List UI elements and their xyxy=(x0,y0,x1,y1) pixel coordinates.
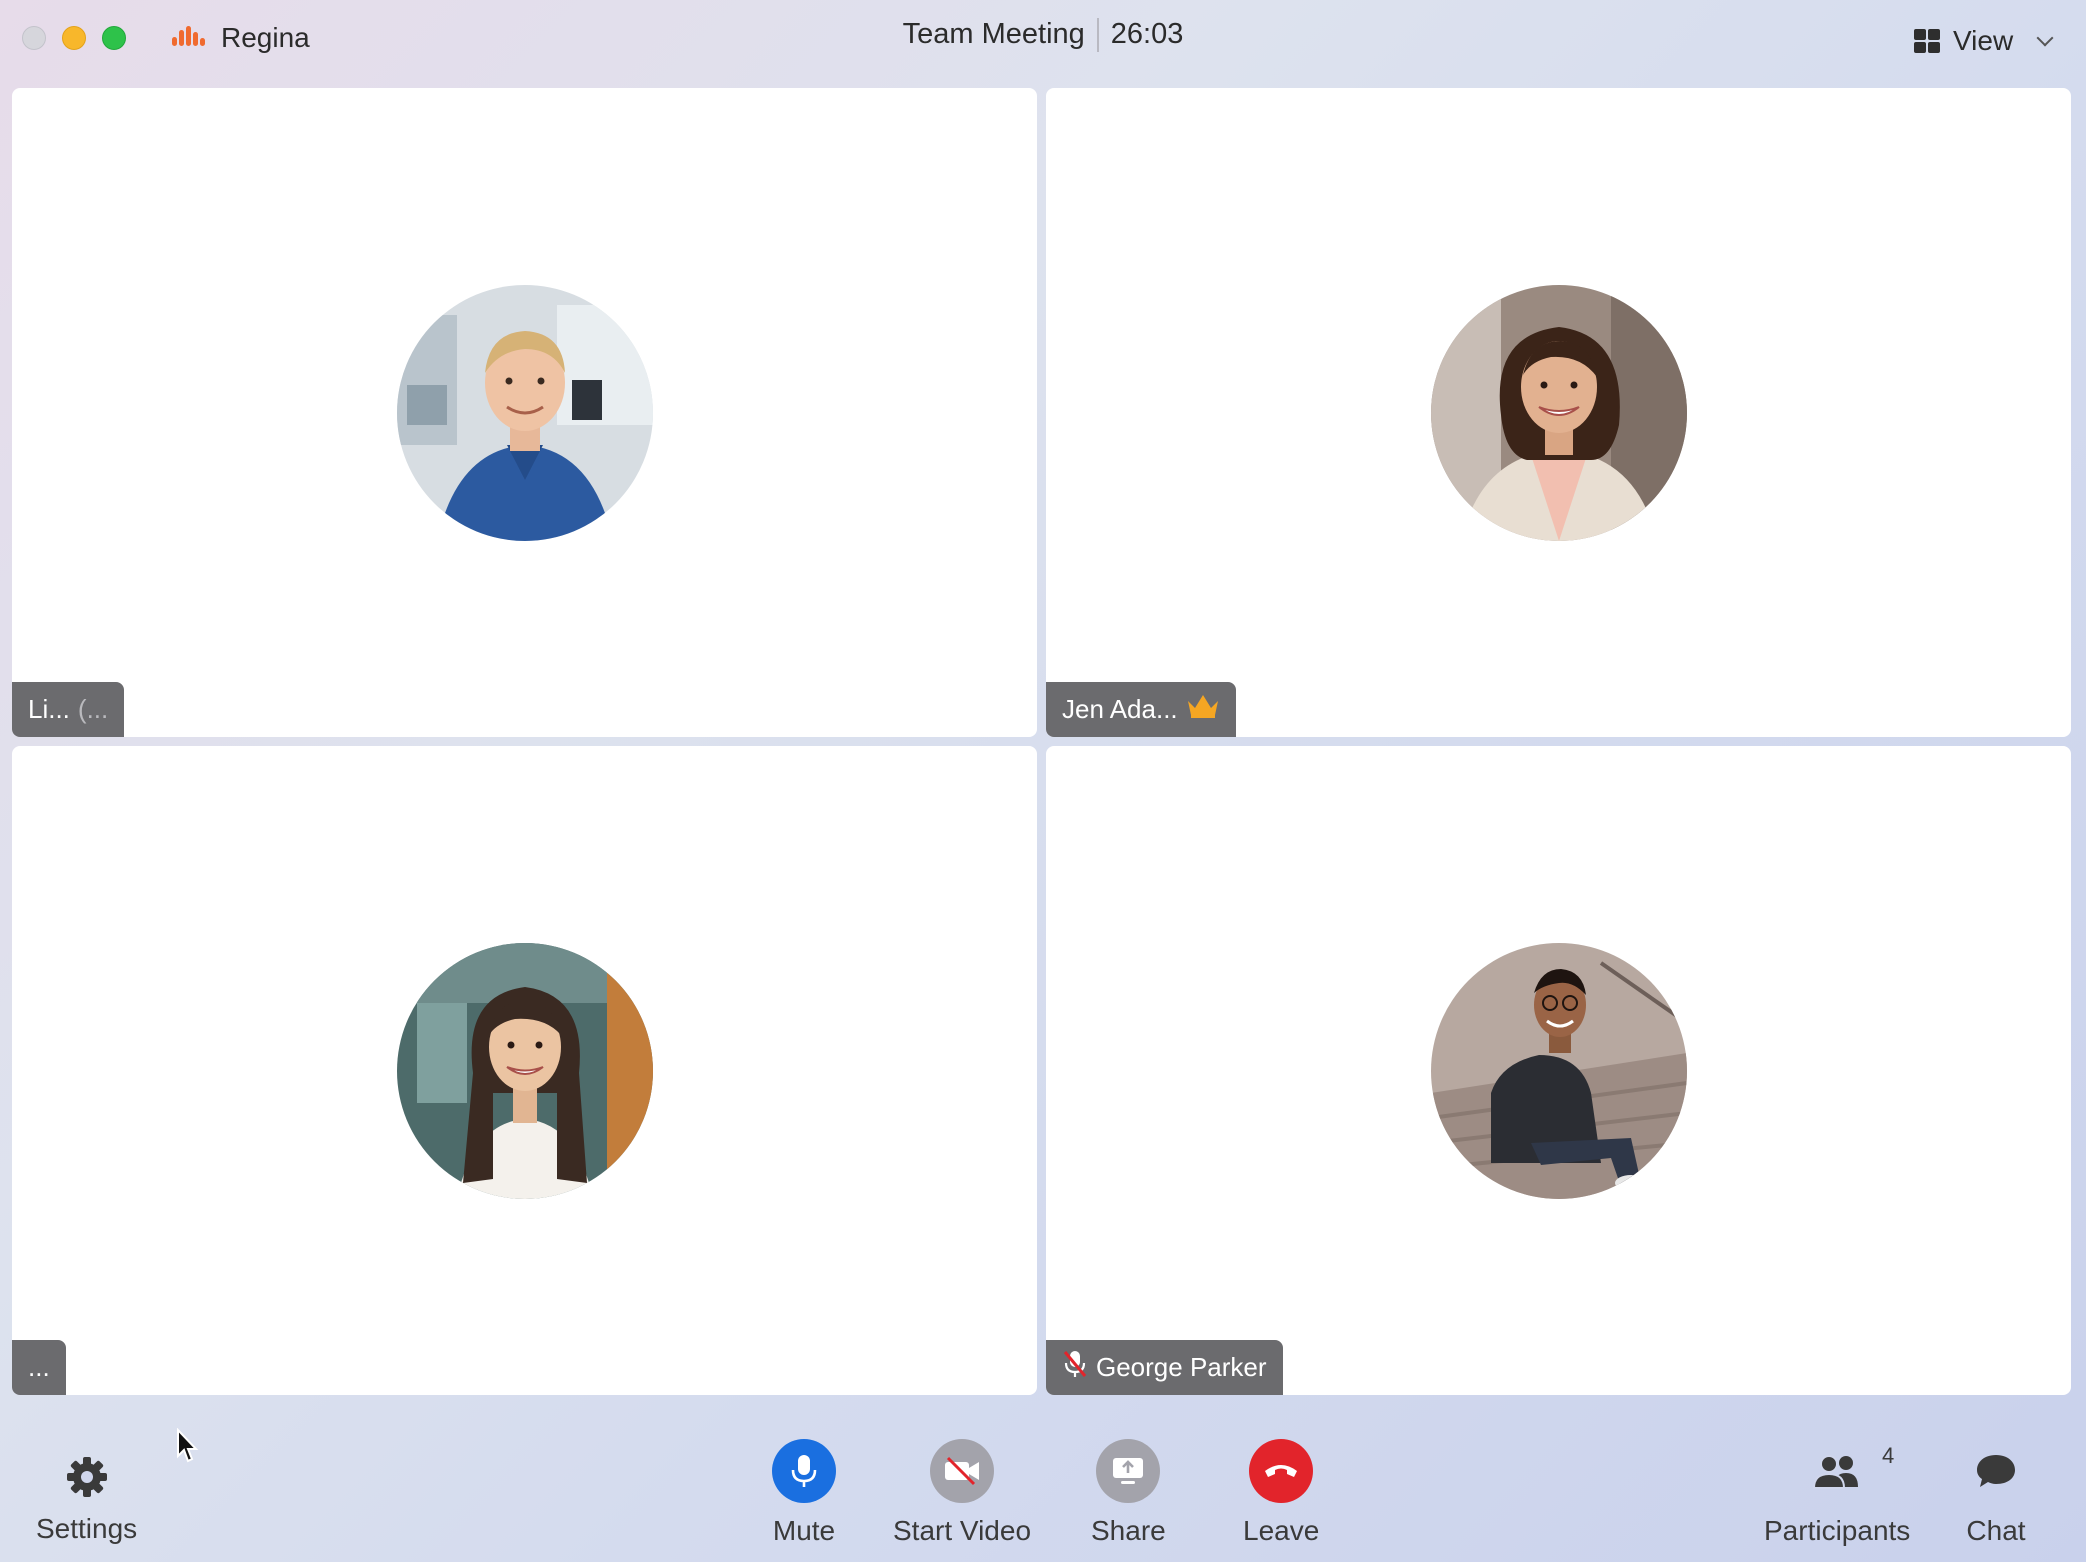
participant-avatar xyxy=(397,285,653,541)
leave-label: Leave xyxy=(1243,1515,1320,1546)
mute-label: Mute xyxy=(772,1515,836,1546)
meeting-title: Team Meeting xyxy=(902,18,1085,50)
crown-icon xyxy=(1186,693,1220,726)
participant-name: Jen Ada... xyxy=(1062,694,1178,724)
participants-count: 4 xyxy=(1882,1443,1895,1468)
settings-label: Settings xyxy=(36,1513,138,1544)
participant-name-tag: Jen Ada... xyxy=(1046,682,1236,737)
participant-tile[interactable]: Li... (... xyxy=(12,88,1037,737)
grid-icon xyxy=(1914,29,1941,53)
people-icon xyxy=(1805,1439,1869,1503)
participant-name: Li... xyxy=(28,694,70,724)
video-off-icon xyxy=(930,1439,995,1503)
participants-label: Participants xyxy=(1764,1515,1911,1546)
mute-button[interactable]: Mute xyxy=(772,1439,836,1547)
hang-up-icon xyxy=(1249,1439,1314,1503)
chat-bubble-icon xyxy=(1964,1439,2028,1503)
chevron-down-icon xyxy=(2036,29,2054,47)
participant-name: ... xyxy=(28,1352,50,1382)
leave-button[interactable]: Leave xyxy=(1243,1439,1319,1547)
participant-name-tag: George Parker xyxy=(1046,1340,1283,1395)
title-divider xyxy=(1096,18,1099,53)
view-label: View xyxy=(1953,25,2014,56)
share-screen-icon xyxy=(1096,1439,1161,1503)
meeting-timer: 26:03 xyxy=(1110,18,1184,50)
view-button[interactable]: View xyxy=(1914,22,2054,60)
mouse-cursor-icon xyxy=(176,1427,200,1464)
chat-label: Chat xyxy=(1966,1515,2026,1546)
participants-button[interactable]: 4 Participants xyxy=(1764,1439,1910,1547)
share-button[interactable]: Share xyxy=(1091,1439,1166,1547)
settings-button[interactable]: Settings xyxy=(36,1445,137,1545)
share-label: Share xyxy=(1091,1515,1166,1546)
gear-icon xyxy=(55,1445,119,1509)
participant-tile[interactable]: Jen Ada... xyxy=(1046,88,2071,737)
start-video-button[interactable]: Start Video xyxy=(893,1439,1031,1547)
participant-avatar xyxy=(1431,943,1687,1199)
chat-button[interactable]: Chat xyxy=(1964,1439,2028,1547)
meeting-toolbar: Settings Mute Start Video Share Leave 4 … xyxy=(0,1405,2086,1562)
participant-tile[interactable]: George Parker xyxy=(1046,746,2071,1395)
meeting-header: Team Meeting 26:03 xyxy=(0,18,2086,53)
participant-name-suffix: (... xyxy=(77,694,109,724)
mic-off-icon xyxy=(1062,1349,1088,1386)
microphone-icon xyxy=(772,1439,836,1503)
participant-name-tag: Li... (... xyxy=(12,682,125,737)
participant-avatar xyxy=(1431,285,1687,541)
participant-name-tag: ... xyxy=(12,1340,66,1395)
participant-avatar xyxy=(397,943,653,1199)
start-video-label: Start Video xyxy=(893,1515,1032,1546)
title-bar: Regina Team Meeting 26:03 View xyxy=(0,0,2086,80)
participant-name: George Parker xyxy=(1096,1352,1267,1382)
participant-tile[interactable]: ... xyxy=(12,746,1037,1395)
